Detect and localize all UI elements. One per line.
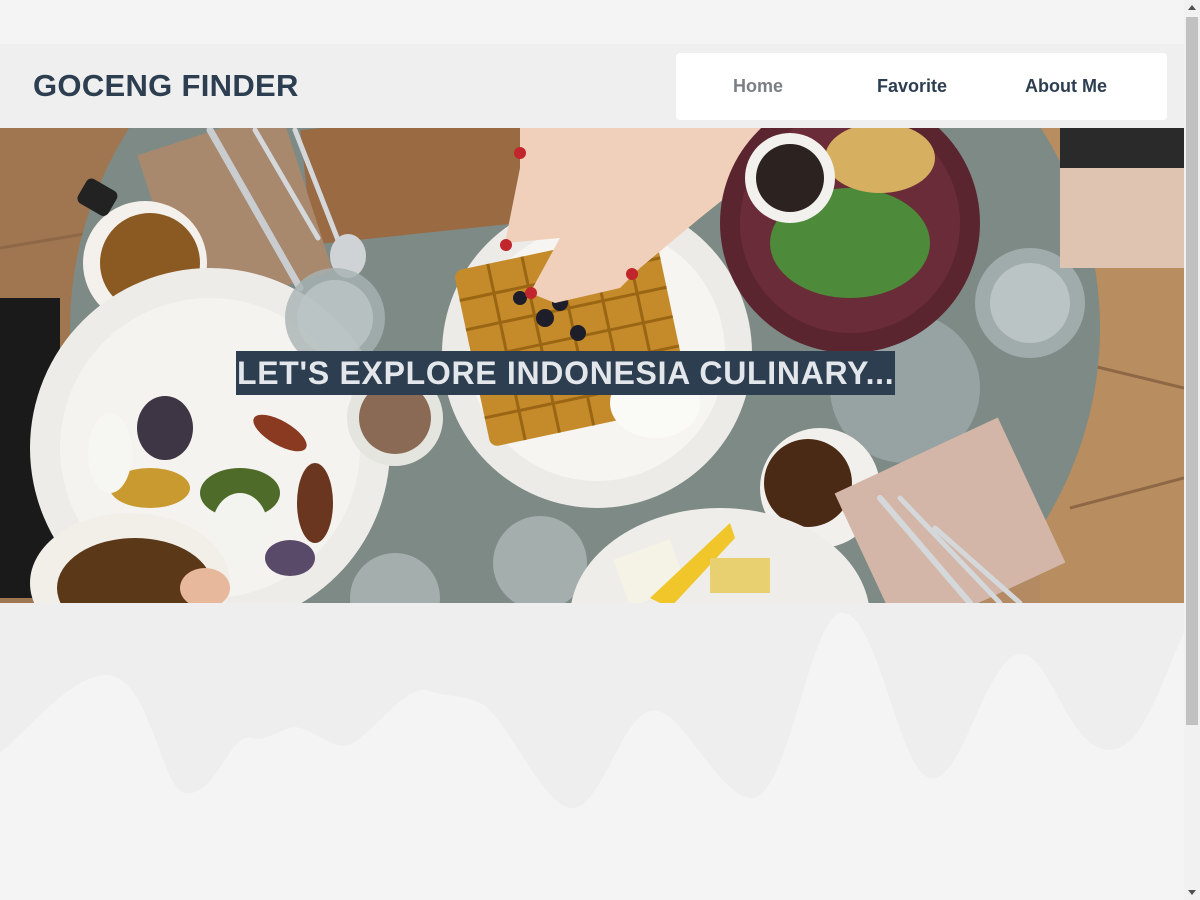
main-nav: Home Favorite About Me [676, 53, 1167, 120]
scrollbar-thumb[interactable] [1186, 17, 1198, 725]
nav-about-me[interactable]: About Me [989, 76, 1143, 97]
hero-headline: LET'S EXPLORE INDONESIA CULINARY... [236, 351, 896, 395]
header: GOCENG FINDER Home Favorite About Me [0, 44, 1184, 128]
page: GOCENG FINDER Home Favorite About Me LET… [0, 0, 1200, 900]
triangle-up-icon[interactable] [1184, 0, 1200, 16]
nav-favorite[interactable]: Favorite [835, 76, 989, 97]
vertical-scrollbar[interactable] [1184, 0, 1200, 900]
nav-home[interactable]: Home [681, 76, 835, 97]
wave-decoration [0, 603, 1184, 900]
triangle-down-icon[interactable] [1184, 884, 1200, 900]
hero-banner: LET'S EXPLORE INDONESIA CULINARY... [0, 128, 1184, 603]
brand-logo[interactable]: GOCENG FINDER [33, 68, 299, 104]
